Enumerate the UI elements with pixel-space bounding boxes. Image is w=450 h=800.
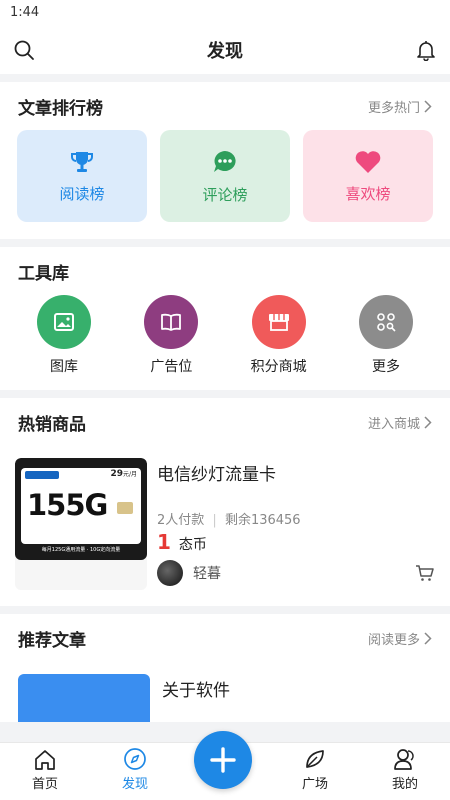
tab-label: 发现	[121, 777, 148, 792]
rank-card-comments[interactable]: 评论榜	[160, 130, 290, 222]
book-icon	[144, 295, 199, 349]
rank-card-reads[interactable]: 阅读榜	[17, 130, 147, 222]
tool-label: 积分商城	[250, 359, 307, 375]
tab-label: 我的	[391, 777, 418, 792]
home-icon	[35, 750, 55, 770]
product-price: 1	[157, 530, 171, 554]
tab-label: 广场	[301, 777, 328, 792]
section-title: 推荐文章	[18, 630, 86, 651]
tool-gallery[interactable]: 图库	[24, 295, 104, 376]
hot-products-section: 热销商品 进入商城 29元/月 155G 每月125G通用流量 · 10G定向流…	[0, 398, 450, 606]
trophy-icon	[71, 151, 93, 172]
tab-discover[interactable]: 发现	[95, 747, 175, 792]
sim-card-image: 29元/月 155G 每月125G通用流量 · 10G定向流量	[15, 458, 147, 560]
gallery-icon	[37, 295, 91, 349]
chevron-right-icon	[424, 415, 432, 429]
avatar	[157, 560, 183, 586]
tab-square[interactable]: 广场	[275, 747, 355, 792]
sim-price-unit: 元/月	[122, 471, 137, 478]
compass-icon	[124, 748, 146, 770]
seller-name: 轻暮	[193, 566, 221, 582]
sim-chip	[117, 502, 133, 514]
more-link-label: 阅读更多	[367, 632, 420, 648]
status-time: 1:44	[10, 5, 40, 20]
section-title: 文章排行榜	[18, 98, 103, 119]
ranking-section: 文章排行榜 更多热门 阅读榜 评论榜 喜欢榜	[0, 82, 450, 239]
add-post-button[interactable]	[194, 731, 252, 789]
tab-home[interactable]: 首页	[5, 749, 85, 792]
rank-label: 喜欢榜	[345, 184, 391, 203]
articles-section: 推荐文章 阅读更多 关于软件	[0, 614, 450, 722]
remaining-stock: 剩余136456	[224, 513, 301, 528]
article-item[interactable]: 关于软件	[0, 662, 450, 722]
enter-mall-link[interactable]: 进入商城	[368, 413, 432, 432]
leaf-icon	[306, 750, 324, 768]
sim-price-tag: 29	[110, 469, 123, 479]
article-title: 关于软件	[162, 681, 230, 701]
section-title: 工具库	[18, 263, 69, 284]
tool-label: 更多	[371, 359, 400, 375]
cart-icon[interactable]	[415, 564, 435, 586]
shop-icon	[251, 295, 306, 349]
telecom-logo	[25, 471, 59, 479]
sim-big-text: 155G	[27, 488, 108, 522]
rank-label: 阅读榜	[59, 184, 105, 203]
chevron-right-icon	[424, 631, 432, 645]
sim-footer: 每月125G通用流量 · 10G定向流量	[41, 547, 121, 553]
tool-label: 广告位	[150, 359, 193, 375]
price-unit: 态币	[178, 537, 207, 553]
plus-icon	[210, 747, 236, 773]
rank-card-likes[interactable]: 喜欢榜	[303, 130, 433, 222]
search-icon[interactable]	[12, 38, 36, 62]
bell-icon[interactable]	[414, 38, 438, 62]
product-image: 29元/月 155G 每月125G通用流量 · 10G定向流量	[15, 458, 147, 590]
tools-section: 工具库 图库 广告位 积分商城 更多	[0, 247, 450, 390]
heart-icon	[355, 150, 381, 173]
rank-label: 评论榜	[202, 185, 248, 204]
tool-points-mall[interactable]: 积分商城	[239, 295, 319, 376]
tab-label: 首页	[31, 777, 58, 792]
read-more-link[interactable]: 阅读更多	[368, 629, 432, 648]
comment-icon	[214, 150, 236, 172]
more-hot-link[interactable]: 更多热门	[368, 97, 432, 116]
more-link-label: 更多热门	[367, 100, 420, 116]
more-apps-icon	[358, 295, 413, 349]
tool-more[interactable]: 更多	[346, 295, 426, 376]
tool-ads[interactable]: 广告位	[131, 295, 211, 376]
user-icon	[394, 749, 414, 770]
tool-label: 图库	[50, 359, 78, 375]
more-link-label: 进入商城	[367, 416, 420, 432]
status-bar: 1:44	[0, 0, 450, 26]
section-title: 热销商品	[18, 414, 86, 435]
tab-mine[interactable]: 我的	[365, 747, 445, 792]
product-title: 电信纱灯流量卡	[157, 465, 276, 485]
chevron-right-icon	[424, 99, 432, 113]
top-bar: 发现	[0, 26, 450, 74]
product-sales: 2人付款 | 剩余136456	[157, 509, 435, 528]
seller-info: 轻暮	[157, 560, 435, 586]
product-card[interactable]: 29元/月 155G 每月125G通用流量 · 10G定向流量 电信纱灯流量卡 …	[0, 446, 450, 606]
divider: |	[212, 513, 217, 528]
page-title: 发现	[207, 41, 243, 62]
article-thumbnail	[18, 674, 150, 722]
sold-count: 2人付款	[157, 513, 205, 528]
